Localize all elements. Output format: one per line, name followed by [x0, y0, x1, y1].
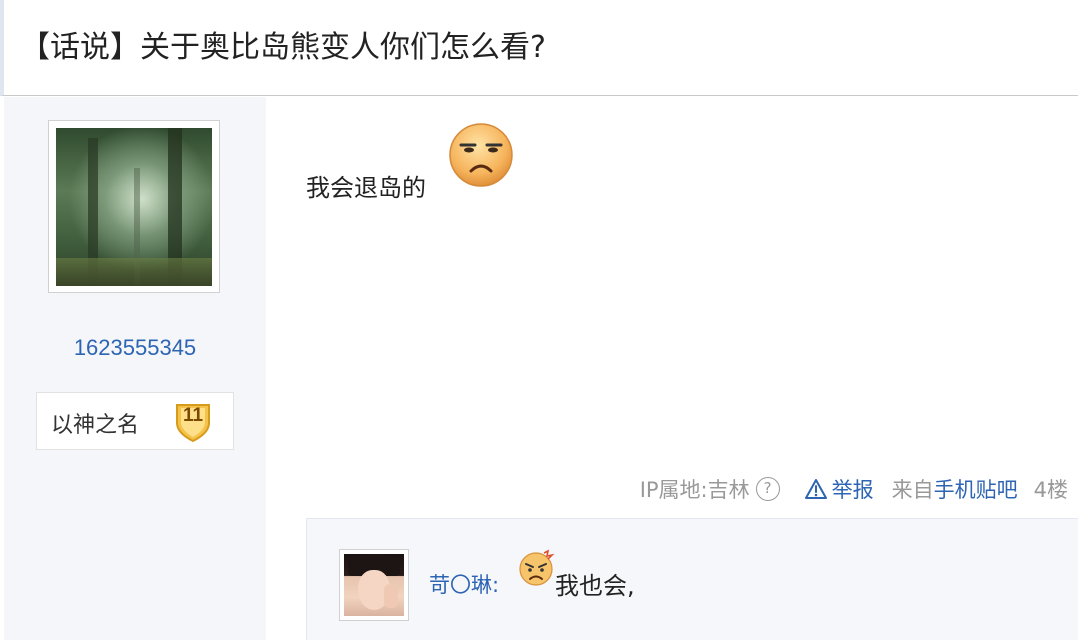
reply-username-text: 苛〇琳: [429, 573, 492, 597]
badge-name: 以神之名: [51, 413, 140, 438]
frown-face-emoji-icon: [447, 121, 515, 189]
author-avatar[interactable]: [48, 120, 220, 293]
author-sidebar: 1623555345 以神之名 11: [4, 97, 266, 640]
level-badge-icon: 11: [171, 399, 215, 443]
reply-separator: :: [492, 573, 500, 597]
warning-icon: [804, 479, 827, 499]
ip-location: IP属地:吉林: [639, 478, 750, 502]
post-content: 我会退岛的: [306, 174, 426, 202]
author-badge[interactable]: 以神之名 11: [36, 392, 234, 450]
source-app-link[interactable]: 手机贴吧: [934, 478, 1018, 502]
reply-section: 苛〇琳: 我也会,: [306, 518, 1078, 640]
reply-username[interactable]: 苛〇琳:: [429, 569, 499, 599]
angry-face-emoji-icon: [517, 549, 555, 587]
reply-avatar-image: [344, 554, 404, 616]
post-meta: IP属地:吉林 ? 举报 来自手机贴吧 4楼: [640, 474, 1068, 504]
reply-avatar[interactable]: [339, 549, 409, 621]
forest-avatar-image: [56, 128, 212, 286]
report-link[interactable]: 举报: [804, 474, 874, 504]
badge-level: 11: [182, 405, 204, 426]
thread-title: 【话说】关于奥比岛熊变人你们怎么看?: [20, 30, 546, 65]
source-prefix: 来自: [891, 478, 934, 502]
help-icon[interactable]: ?: [755, 477, 780, 501]
reply-text: 我也会,: [555, 572, 635, 600]
floor-number: 4楼: [1033, 478, 1068, 502]
author-username[interactable]: 1623555345: [4, 335, 266, 361]
report-label: 举报: [831, 478, 874, 502]
source-info: 来自手机贴吧: [892, 474, 1018, 504]
thread-title-bar: 【话说】关于奥比岛熊变人你们怎么看?: [0, 0, 1078, 96]
